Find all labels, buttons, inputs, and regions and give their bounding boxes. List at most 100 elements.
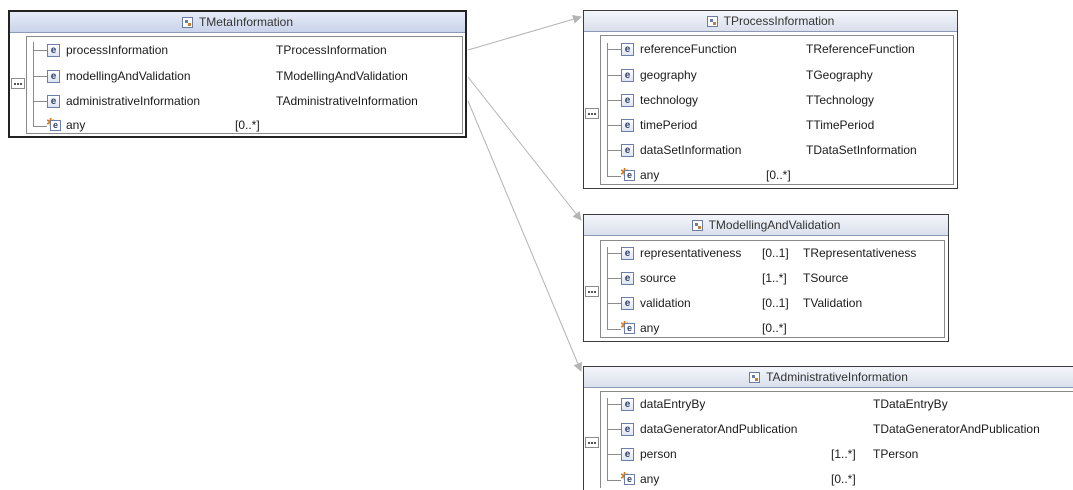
- tmetainformation-title: TMetaInformation: [198, 15, 294, 29]
- any-element-icon: ✱e: [620, 168, 635, 182]
- complex-type-icon: [706, 15, 718, 27]
- element-cardinality: [0..1]: [762, 246, 789, 260]
- tprocessinformation-header[interactable]: TProcessInformation: [584, 11, 957, 32]
- element-icon: e: [621, 448, 634, 461]
- element-icon: e: [621, 43, 634, 56]
- element-icon: e: [47, 70, 60, 83]
- element-icon: e: [621, 94, 634, 107]
- element-name[interactable]: source: [640, 271, 676, 285]
- modelling-sequence-stem: [607, 247, 608, 330]
- tmodellingandvalidation-header[interactable]: TModellingAndValidation: [584, 215, 948, 236]
- admin-branch: [607, 429, 621, 430]
- element-type: TAdministrativeInformation: [276, 94, 418, 108]
- modelling-branch: [607, 253, 621, 254]
- connector-administrative-information: [467, 100, 583, 372]
- process-branch: [607, 49, 621, 50]
- element-type: TDataEntryBy: [873, 397, 948, 411]
- admin-branch: [607, 480, 621, 481]
- process-sequence-stem: [607, 43, 608, 177]
- element-icon: e: [47, 44, 60, 57]
- element-type: TSource: [803, 271, 849, 285]
- connector-process-information: [467, 14, 582, 51]
- modelling-branch: [607, 329, 621, 330]
- element-icon: e: [621, 69, 634, 82]
- modelling-branch: [607, 303, 621, 304]
- element-cardinality: [1..*]: [831, 447, 856, 461]
- meta-branch: [33, 126, 47, 127]
- complex-type-icon: [691, 219, 703, 231]
- meta-branch: [33, 50, 47, 51]
- element-type: TDataGeneratorAndPublication: [873, 422, 1040, 436]
- process-branch: [607, 100, 621, 101]
- element-name[interactable]: timePeriod: [640, 118, 697, 132]
- element-type: TTechnology: [806, 93, 875, 107]
- element-icon: e: [621, 423, 634, 436]
- element-name[interactable]: processInformation: [66, 43, 168, 57]
- element-name[interactable]: modellingAndValidation: [66, 69, 191, 83]
- element-icon: e: [621, 247, 634, 260]
- tadministrativeinformation-title: TAdministrativeInformation: [766, 370, 908, 384]
- element-type: TPerson: [873, 447, 919, 461]
- element-type: TValidation: [803, 296, 863, 310]
- element-icon: e: [621, 398, 634, 411]
- meta-sequence-stem: [33, 42, 34, 127]
- element-type: TDataSetInformation: [806, 143, 917, 157]
- any-name[interactable]: any: [640, 472, 659, 486]
- any-element-icon: ✱e: [620, 321, 635, 335]
- element-icon: e: [621, 272, 634, 285]
- element-name[interactable]: administrativeInformation: [66, 94, 200, 108]
- tprocessinformation-title: TProcessInformation: [723, 14, 835, 28]
- element-icon: e: [621, 144, 634, 157]
- sequence-compositor-icon[interactable]: [585, 286, 599, 297]
- element-icon: e: [47, 95, 60, 108]
- any-name[interactable]: any: [640, 168, 659, 182]
- sequence-compositor-icon[interactable]: [11, 78, 25, 89]
- element-name[interactable]: person: [640, 447, 677, 461]
- element-name[interactable]: validation: [640, 296, 691, 310]
- element-type: TGeography: [806, 68, 873, 82]
- sequence-compositor-icon[interactable]: [585, 108, 599, 119]
- element-type: TTimePeriod: [806, 118, 875, 132]
- meta-branch: [33, 76, 47, 77]
- any-element-icon: ✱e: [620, 472, 635, 486]
- element-cardinality: [0..1]: [762, 296, 789, 310]
- process-branch: [607, 176, 621, 177]
- element-cardinality: [1..*]: [762, 271, 787, 285]
- any-cardinality: [0..*]: [831, 472, 856, 486]
- element-icon: e: [621, 119, 634, 132]
- any-cardinality: [0..*]: [766, 168, 791, 182]
- element-type: TModellingAndValidation: [276, 69, 408, 83]
- any-name[interactable]: any: [640, 321, 659, 335]
- process-branch: [607, 75, 621, 76]
- any-cardinality: [0..*]: [762, 321, 787, 335]
- modelling-branch: [607, 278, 621, 279]
- process-sequence-box: [600, 35, 954, 185]
- admin-sequence-stem: [607, 398, 608, 481]
- element-name[interactable]: dataEntryBy: [640, 397, 705, 411]
- element-type: TReferenceFunction: [806, 42, 915, 56]
- element-icon: e: [621, 297, 634, 310]
- any-cardinality: [0..*]: [235, 118, 260, 132]
- tmetainformation-header[interactable]: TMetaInformation: [10, 12, 465, 33]
- process-branch: [607, 150, 621, 151]
- any-element-icon: ✱e: [46, 118, 61, 132]
- element-name[interactable]: referenceFunction: [640, 42, 737, 56]
- element-name[interactable]: technology: [640, 93, 698, 107]
- sequence-compositor-icon[interactable]: [585, 437, 599, 448]
- admin-branch: [607, 454, 621, 455]
- tadministrativeinformation-header[interactable]: TAdministrativeInformation: [584, 367, 1073, 388]
- admin-branch: [607, 404, 621, 405]
- element-type: TRepresentativeness: [803, 246, 917, 260]
- connector-modelling-and-validation: [467, 76, 582, 221]
- element-name[interactable]: geography: [640, 68, 697, 82]
- element-name[interactable]: dataSetInformation: [640, 143, 741, 157]
- element-type: TProcessInformation: [276, 43, 387, 57]
- element-name[interactable]: dataGeneratorAndPublication: [640, 422, 797, 436]
- meta-branch: [33, 101, 47, 102]
- complex-type-icon: [181, 16, 193, 28]
- process-branch: [607, 125, 621, 126]
- tmodellingandvalidation-title: TModellingAndValidation: [708, 218, 841, 232]
- element-name[interactable]: representativeness: [640, 246, 741, 260]
- any-name[interactable]: any: [66, 118, 85, 132]
- complex-type-icon: [749, 371, 761, 383]
